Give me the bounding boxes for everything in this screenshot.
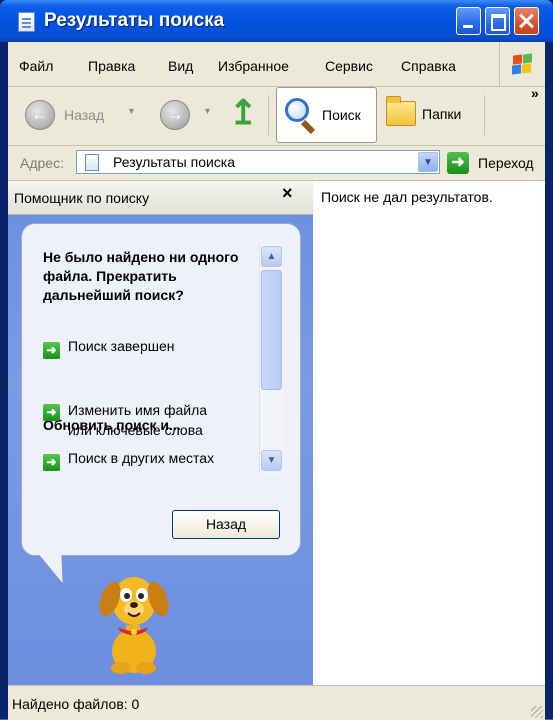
menu-bar: Файл Правка Вид Избранное Сервис Справка (8, 42, 545, 87)
search-companion-pane: Помощник по поиску × Не было найдено ни … (8, 181, 313, 685)
search-button-label: Поиск (322, 107, 361, 123)
menu-help[interactable]: Справка (401, 58, 456, 74)
back-button-label[interactable]: Назад (64, 107, 104, 123)
bubble-scrollbar[interactable]: ▲ ▼ (259, 244, 283, 474)
green-arrow-icon: ➜ (43, 454, 60, 471)
search-companion-header: Помощник по поиску × (8, 181, 313, 215)
menu-edit[interactable]: Правка (88, 58, 135, 74)
address-dropdown-icon[interactable]: ▼ (418, 152, 438, 172)
forward-dropdown-icon[interactable]: ▼ (203, 106, 212, 116)
change-filename-link[interactable]: ➜ Изменить имя файла или ключевые слова (43, 400, 207, 440)
scroll-up-icon[interactable]: ▲ (261, 246, 282, 267)
change-filename-label: Изменить имя файла или ключевые слова (68, 402, 208, 438)
go-button-label[interactable]: Переход (478, 155, 534, 171)
speech-bubble-tail (39, 555, 75, 583)
toolbar-overflow-chevron[interactable]: » (531, 85, 539, 101)
menu-view[interactable]: Вид (168, 58, 193, 74)
explorer-window: Результаты поиска Файл Правка Вид Избран… (0, 0, 553, 720)
windows-logo-icon (499, 42, 545, 86)
resize-grip-icon[interactable] (531, 706, 543, 718)
address-field[interactable]: Результаты поиска ▼ (76, 150, 440, 174)
go-arrow-icon[interactable]: ➜ (447, 152, 469, 174)
menu-tools[interactable]: Сервис (325, 58, 373, 74)
maximize-button[interactable] (485, 7, 510, 35)
address-bar: Адрес: Результаты поиска ▼ ➜ Переход (8, 146, 545, 181)
close-window-button[interactable] (514, 7, 539, 35)
green-arrow-icon: ➜ (43, 404, 60, 421)
up-folder-icon[interactable]: ↥ (229, 93, 258, 133)
address-label: Адрес: (20, 155, 64, 171)
status-bar: Найдено файлов: 0 (8, 685, 545, 720)
menu-file[interactable]: Файл (19, 58, 53, 74)
forward-arrow-icon[interactable]: → (160, 100, 190, 130)
search-elsewhere-label: Поиск в других местах (68, 450, 215, 466)
scroll-down-icon[interactable]: ▼ (261, 450, 282, 471)
close-pane-icon[interactable]: × (282, 183, 293, 204)
no-results-question: Не было найдено ни одного файла. Прекрат… (43, 249, 239, 303)
folders-icon[interactable] (386, 96, 416, 126)
folders-button-label[interactable]: Папки (422, 106, 461, 122)
status-text: Найдено файлов: 0 (12, 696, 140, 712)
no-results-message: Поиск не дал результатов. (321, 189, 493, 205)
toolbar: ← Назад ▼ → ▼ ↥ Поиск Папки » (8, 85, 545, 146)
search-companion-title: Помощник по поиску (14, 190, 150, 206)
helper-back-button[interactable]: Назад (172, 510, 280, 539)
finish-search-link[interactable]: ➜ Поиск завершен (43, 338, 175, 359)
rover-dog-icon[interactable] (88, 565, 178, 677)
toolbar-separator (268, 95, 269, 135)
finish-search-label: Поиск завершен (68, 338, 175, 354)
search-elsewhere-link[interactable]: ➜ Поиск в других местах (43, 450, 214, 471)
back-arrow-icon[interactable]: ← (25, 100, 55, 130)
minimize-button[interactable] (456, 7, 481, 35)
results-pane: Поиск не дал результатов. (313, 181, 545, 685)
toolbar-separator-2 (484, 95, 485, 135)
search-button[interactable]: Поиск (276, 87, 377, 143)
search-results-window-icon (18, 12, 35, 32)
scroll-thumb[interactable] (261, 270, 282, 390)
address-value: Результаты поиска (113, 154, 236, 170)
search-results-icon (85, 154, 99, 171)
back-dropdown-icon[interactable]: ▼ (127, 106, 136, 116)
title-bar[interactable]: Результаты поиска (0, 0, 553, 42)
magnifier-icon (285, 98, 309, 122)
green-arrow-icon: ➜ (43, 342, 60, 359)
window-title: Результаты поиска (44, 10, 225, 31)
menu-favorites[interactable]: Избранное (218, 58, 289, 74)
speech-bubble: Не было найдено ни одного файла. Прекрат… (21, 223, 301, 556)
